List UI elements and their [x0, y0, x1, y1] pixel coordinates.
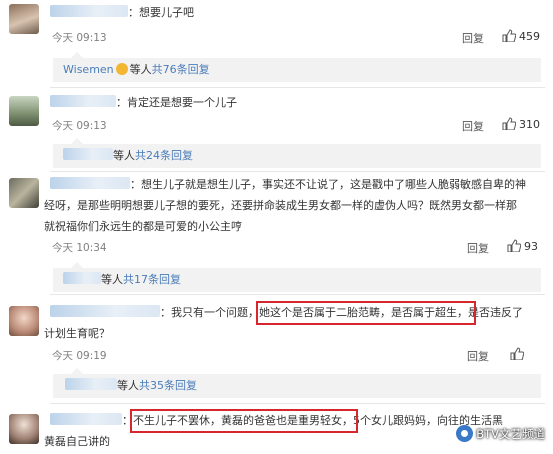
username-blurred[interactable]: [50, 413, 122, 425]
comment-content-1c: ，5个女儿跟妈妈: [342, 414, 426, 427]
reply-count-link[interactable]: 共76条回复: [152, 63, 210, 76]
comment-content-3: 就祝福你们永远生的都是可爱的小公主哼: [44, 220, 242, 233]
comment-text: ：想要儿子吧: [50, 2, 543, 23]
like-count: 459: [519, 30, 540, 43]
comment-content-1: ：想生儿子就是想生儿子，事实还不让说了，这是戳中了哪些人脆弱敏感自卑的神: [130, 178, 526, 191]
timestamp: 今天 09:19: [52, 350, 107, 362]
divider: [50, 87, 545, 88]
comment-content-1c: ，是否违反了: [457, 306, 523, 319]
sub-reply-user-blurred[interactable]: [65, 378, 117, 390]
username-blurred[interactable]: [50, 5, 128, 17]
comment-content-2: 经呀，是那些明明想要儿子想的要死，还要拼命装成生男女都一样的虚伪人吗？既然男女都…: [44, 199, 517, 212]
sub-replies-bar[interactable]: Wisemen 等人共76条回复: [53, 52, 541, 82]
highlighted-text: 她这个是否属于二胎范畴，是否属于超生: [259, 306, 457, 319]
comment-content-1a: ：我只有一个问题，: [160, 306, 259, 319]
sub-reply-user-blurred[interactable]: [63, 272, 101, 284]
reply-button[interactable]: 回复: [467, 240, 489, 256]
watermark: BTV文艺频道: [456, 425, 545, 442]
comment-content: ：想要儿子吧: [128, 6, 194, 19]
comment-text: ：想生儿子就是想生儿子，事实还不让说了，这是戳中了哪些人脆弱敏感自卑的神: [50, 174, 543, 195]
comment-content: ：肯定还是想要一个儿子: [116, 96, 237, 109]
comment-text: 计划生育呢？: [44, 323, 543, 344]
sub-reply-mid: 等人: [129, 63, 152, 76]
comment-text: 经呀，是那些明明想要儿子想的要死，还要拼命装成生男女都一样的虚伪人吗？既然男女都…: [44, 195, 547, 237]
sub-reply-user-blurred[interactable]: [63, 148, 113, 160]
sub-replies-text: 等人共17条回复: [63, 268, 181, 292]
divider: [50, 294, 545, 295]
avatar[interactable]: [9, 414, 39, 444]
comment-text: ：我只有一个问题，她这个是否属于二胎范畴，是否属于超生，是否违反了: [50, 302, 543, 323]
sub-replies-text: Wisemen 等人共76条回复: [63, 58, 210, 82]
username-blurred[interactable]: [50, 305, 160, 317]
timestamp: 今天 09:13: [52, 120, 107, 132]
watermark-text: BTV文艺频道: [476, 427, 545, 441]
avatar[interactable]: [9, 178, 39, 208]
comment-text: ：肯定还是想要一个儿子: [50, 92, 543, 113]
thumbs-up-icon: [502, 29, 516, 42]
reply-button[interactable]: 回复: [462, 118, 484, 134]
divider: [50, 403, 545, 404]
emoji-icon: [115, 63, 128, 75]
like-button[interactable]: 459: [502, 29, 540, 43]
thumbs-up-icon: [510, 347, 524, 360]
reply-count-link[interactable]: 共35条回复: [139, 379, 197, 392]
like-button[interactable]: 93: [507, 239, 538, 253]
sub-replies-bar[interactable]: 等人共35条回复: [53, 368, 541, 398]
sub-replies-bar[interactable]: 等人共24条回复: [53, 138, 541, 168]
timestamp: 今天 10:34: [52, 242, 107, 254]
reply-button[interactable]: 回复: [462, 30, 484, 46]
wechat-logo-icon: [456, 425, 474, 442]
avatar[interactable]: [9, 4, 39, 34]
divider: [50, 171, 545, 172]
sub-reply-mid: 等人: [101, 273, 123, 286]
sub-reply-mid: 等人: [117, 379, 139, 392]
thumbs-up-icon: [507, 239, 521, 252]
username-blurred[interactable]: [50, 177, 130, 189]
sub-reply-user[interactable]: Wisemen: [63, 63, 114, 76]
like-count: 310: [519, 118, 540, 131]
sub-replies-text: 等人共35条回复: [65, 374, 197, 398]
sub-replies-text: 等人共24条回复: [63, 144, 193, 168]
timestamp: 今天 09:13: [52, 32, 107, 44]
sub-replies-bar[interactable]: 等人共17条回复: [53, 262, 541, 292]
comment-content-2: 黄磊自己讲的: [44, 435, 110, 448]
reply-count-link[interactable]: 共24条回复: [135, 149, 193, 162]
sub-reply-mid: 等人: [113, 149, 135, 162]
avatar[interactable]: [9, 306, 39, 336]
reply-count-link[interactable]: 共17条回复: [123, 273, 181, 286]
highlighted-text: 不生儿子不罢休，黄磊的爸爸也是重男轻女: [133, 414, 342, 427]
reply-button[interactable]: 回复: [467, 348, 489, 364]
comment-text: ：不生儿子不罢休，黄磊的爸爸也是重男轻女，5个女儿跟妈妈，向往的生活黑: [50, 410, 503, 431]
comment-content-1a: ：: [122, 414, 133, 427]
like-button[interactable]: 310: [502, 117, 540, 131]
comment-content-2: 计划生育呢？: [44, 327, 110, 340]
username-blurred[interactable]: [50, 95, 116, 107]
thumbs-up-icon: [502, 117, 516, 130]
avatar[interactable]: [9, 96, 39, 126]
like-button[interactable]: [510, 347, 527, 361]
comment-line: ：想生儿子就是想生儿子，事实还不让说了，这是戳中了哪些人脆弱敏感自卑的神: [50, 174, 543, 195]
like-count: 93: [524, 240, 538, 253]
